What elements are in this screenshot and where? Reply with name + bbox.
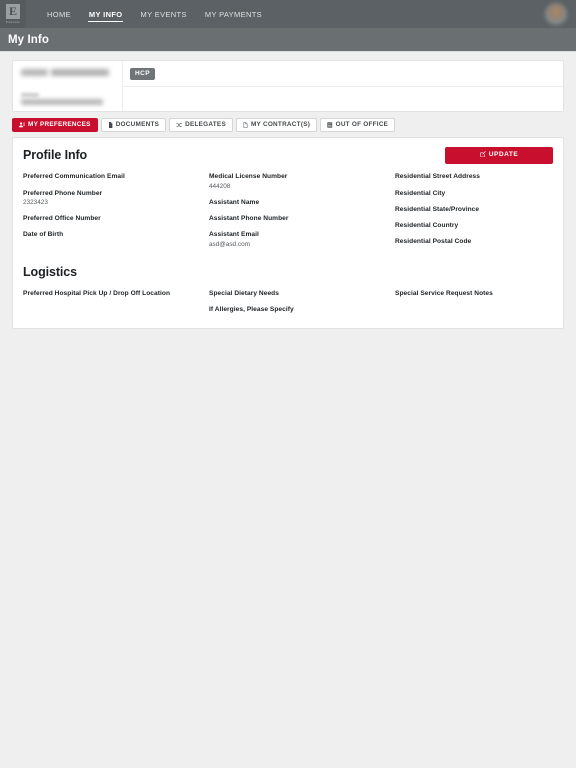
field-label: Assistant Phone Number — [209, 215, 289, 223]
tab-documents[interactable]: DOCUMENTS — [100, 118, 167, 133]
identity-card: HCP — [12, 60, 564, 112]
field-residential-state-province: Residential State/Province — [395, 206, 545, 214]
update-button[interactable]: UPDATE — [445, 147, 553, 164]
hcp-status-badge: HCP — [130, 67, 155, 80]
logistics-column-1: Preferred Hospital Pick Up / Drop Off Lo… — [23, 290, 209, 314]
logistics-columns: Preferred Hospital Pick Up / Drop Off Lo… — [23, 290, 553, 314]
contract-icon — [243, 122, 248, 129]
field-preferred-office-number: Preferred Office Number — [23, 215, 201, 223]
field-residential-postal-code: Residential Postal Code — [395, 238, 545, 246]
nav-item-my-info[interactable]: MY INFO — [80, 0, 132, 28]
field-label: Preferred Phone Number — [23, 189, 103, 197]
tab-label: MY CONTRACT(S) — [250, 121, 311, 128]
logistics-column-3: Special Service Request Notes — [395, 290, 553, 314]
user-email-redacted — [21, 99, 103, 105]
logo-letter-icon: E — [6, 3, 20, 19]
field-residential-city: Residential City — [395, 190, 545, 198]
field-label: Assistant Name — [209, 198, 260, 206]
logistics-column-2: Special Dietary Needs If Allergies, Plea… — [209, 290, 395, 314]
tab-label: OUT OF OFFICE — [335, 121, 389, 128]
identity-detail-row — [123, 87, 563, 111]
field-if-allergies-please-specify: If Allergies, Please Specify — [209, 306, 387, 314]
field-label: Preferred Communication Email — [23, 173, 125, 181]
field-label: Medical License Number — [209, 173, 288, 181]
field-assistant-name: Assistant Name — [209, 199, 387, 207]
tab-label: MY PREFERENCES — [28, 121, 91, 128]
field-label: Assistant Email — [209, 231, 259, 239]
top-navigation-bar: E Edwards HOME MY INFO MY EVENTS MY PAYM… — [0, 0, 576, 28]
tab-my-contracts[interactable]: MY CONTRACT(S) — [235, 118, 318, 133]
brand-logo[interactable]: E Edwards — [0, 0, 26, 28]
field-assistant-email: Assistant Email asd@asd.com — [209, 231, 387, 248]
field-medical-license-number: Medical License Number 444208 — [209, 173, 387, 190]
user-name-redacted — [21, 69, 109, 76]
identity-right-pane: HCP — [123, 61, 563, 111]
edit-icon — [480, 151, 486, 160]
field-special-service-request-notes: Special Service Request Notes — [395, 290, 545, 298]
logistics-section: Logistics Preferred Hospital Pick Up / D… — [23, 265, 553, 314]
nav-links: HOME MY INFO MY EVENTS MY PAYMENTS — [38, 0, 271, 28]
field-label: Residential Country — [395, 222, 459, 230]
tab-out-of-office[interactable]: OUT OF OFFICE — [320, 118, 396, 133]
update-button-label: UPDATE — [488, 151, 519, 159]
field-value: asd@asd.com — [209, 241, 250, 249]
field-label: Residential Street Address — [395, 173, 480, 181]
field-value: 2323423 — [23, 199, 48, 207]
user-avatar-icon[interactable] — [545, 3, 567, 25]
field-label: Special Dietary Needs — [209, 289, 279, 297]
delegates-icon — [176, 122, 182, 128]
tab-label: DELEGATES — [185, 121, 226, 128]
section-tabs: MY PREFERENCES DOCUMENTS DELEGATES MY CO… — [12, 118, 564, 133]
field-preferred-phone-number: Preferred Phone Number 2323423 — [23, 190, 201, 207]
profile-column-2: Medical License Number 444208 Assistant … — [209, 173, 395, 248]
tab-delegates[interactable]: DELEGATES — [169, 118, 233, 133]
user-role-redacted — [21, 93, 39, 97]
calendar-icon — [327, 122, 333, 128]
field-label: Residential State/Province — [395, 205, 480, 213]
nav-item-my-events[interactable]: MY EVENTS — [131, 0, 195, 28]
profile-panel: Profile Info UPDATE Preferred Communicat… — [12, 137, 564, 330]
page-content: HCP MY PREFERENCES DOCUMENTS DELEGATES M… — [0, 52, 576, 330]
field-label: Residential City — [395, 189, 446, 197]
profile-column-1: Preferred Communication Email Preferred … — [23, 173, 209, 248]
logistics-heading: Logistics — [23, 264, 77, 279]
field-assistant-phone-number: Assistant Phone Number — [209, 215, 387, 223]
page-title: My Info — [8, 33, 49, 46]
field-residential-country: Residential Country — [395, 222, 545, 230]
tab-label: DOCUMENTS — [115, 121, 160, 128]
field-label: Preferred Office Number — [23, 215, 101, 223]
field-label: Residential Postal Code — [395, 238, 472, 246]
tab-my-preferences[interactable]: MY PREFERENCES — [12, 118, 98, 133]
field-label: If Allergies, Please Specify — [209, 305, 294, 313]
nav-item-my-payments[interactable]: MY PAYMENTS — [196, 0, 271, 28]
profile-info-columns: Preferred Communication Email Preferred … — [23, 173, 553, 248]
field-label: Date of Birth — [23, 231, 64, 239]
field-preferred-communication-email: Preferred Communication Email — [23, 173, 201, 181]
identity-badge-row: HCP — [123, 61, 563, 87]
field-date-of-birth: Date of Birth — [23, 231, 201, 239]
preferences-icon — [19, 122, 25, 128]
field-special-dietary-needs: Special Dietary Needs — [209, 290, 387, 298]
nav-item-home[interactable]: HOME — [38, 0, 80, 28]
logo-wordmark: Edwards — [6, 20, 20, 25]
identity-left-pane — [13, 61, 123, 111]
field-preferred-hospital-pickup-dropoff-location: Preferred Hospital Pick Up / Drop Off Lo… — [23, 290, 201, 298]
page-title-bar: My Info — [0, 28, 576, 52]
field-label: Special Service Request Notes — [395, 289, 493, 297]
profile-column-3: Residential Street Address Residential C… — [395, 173, 553, 248]
field-value: 444208 — [209, 183, 231, 191]
document-icon — [108, 122, 113, 129]
field-residential-street-address: Residential Street Address — [395, 173, 545, 181]
field-label: Preferred Hospital Pick Up / Drop Off Lo… — [23, 289, 171, 297]
